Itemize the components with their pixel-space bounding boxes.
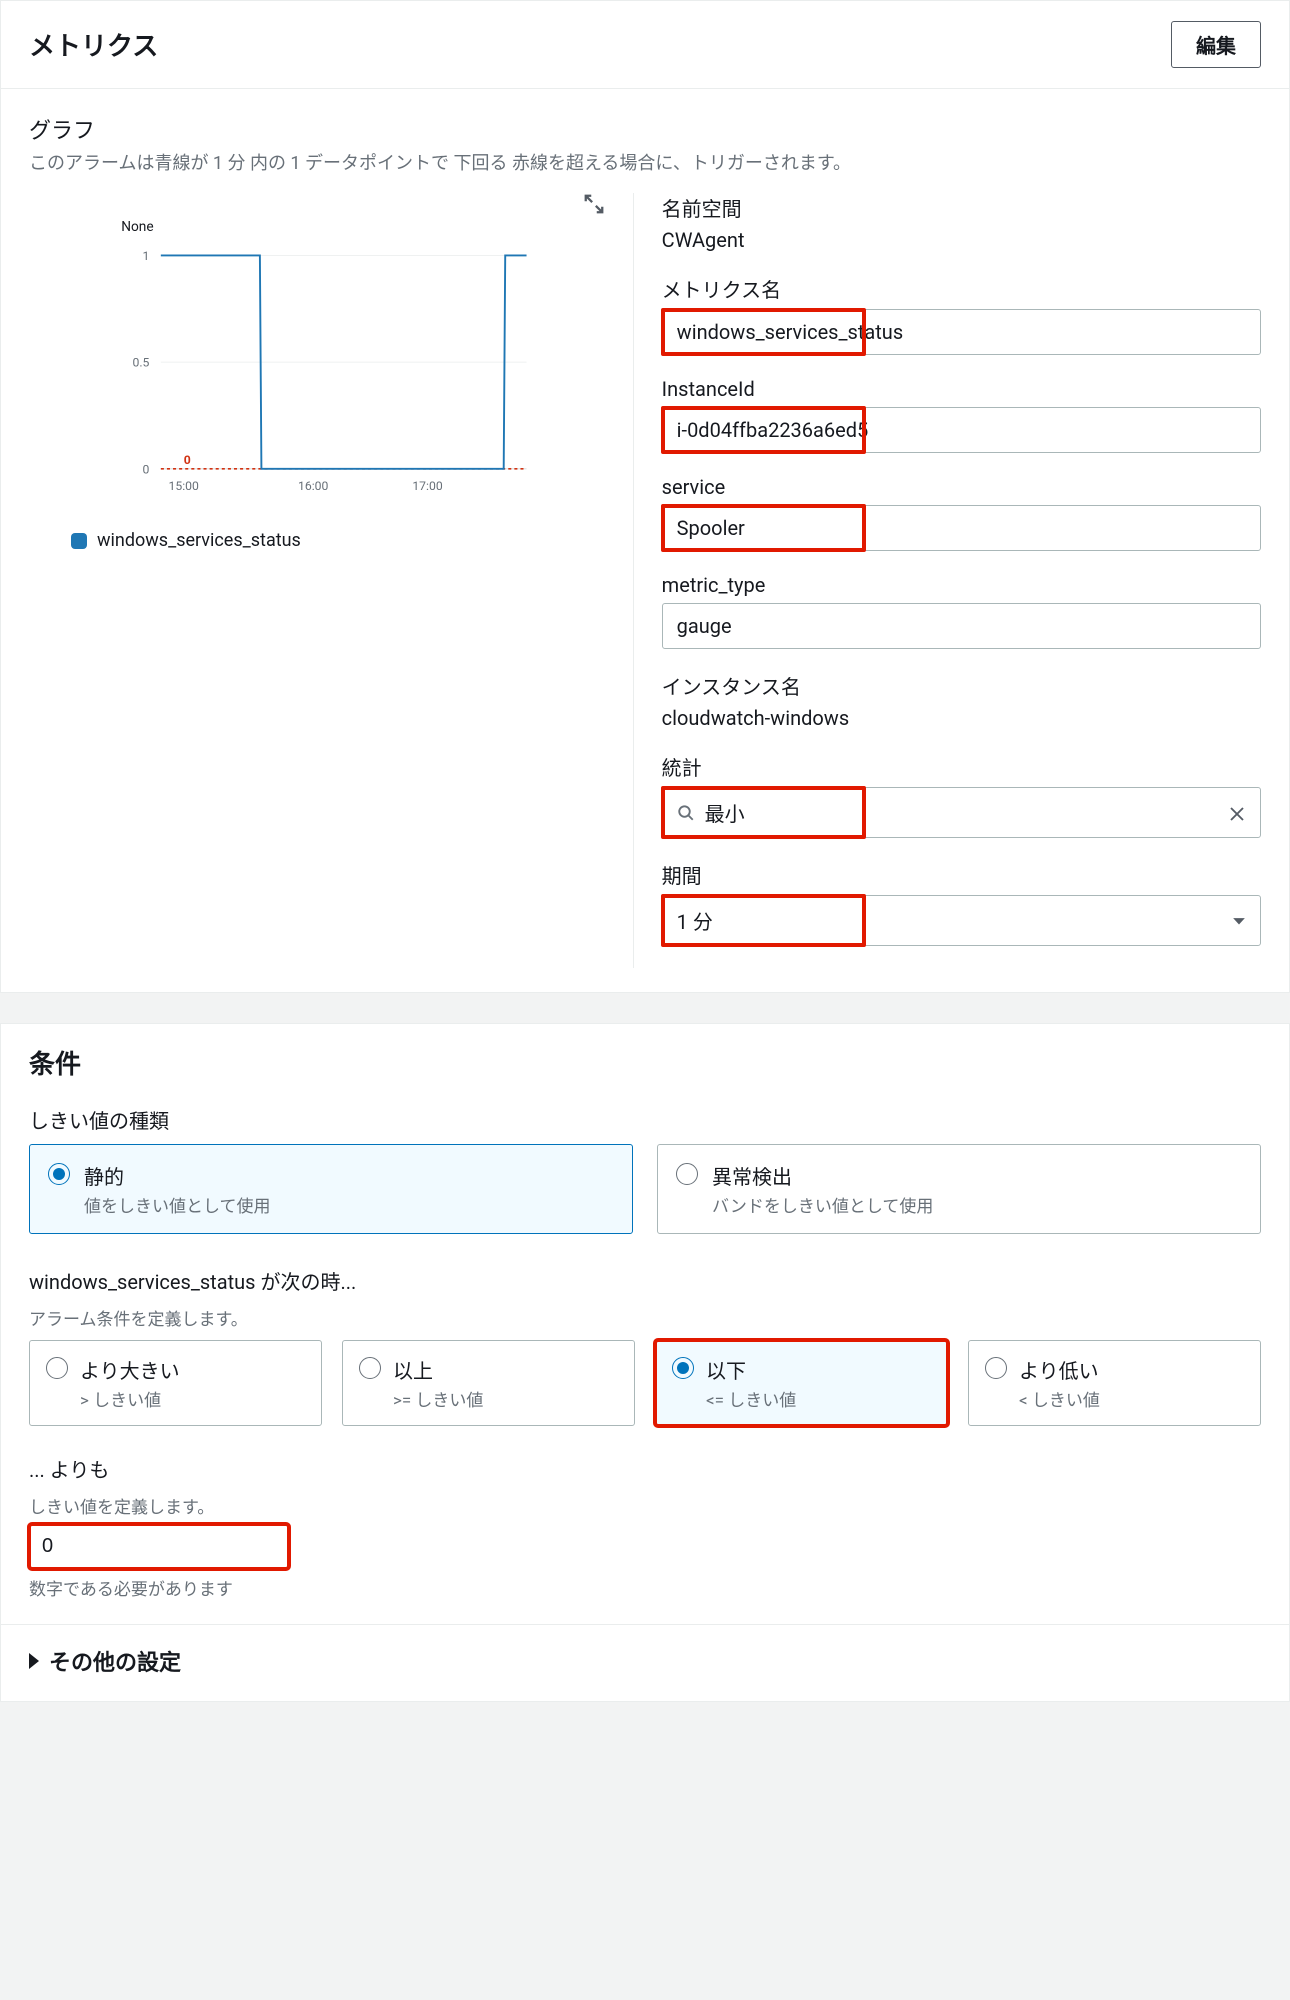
radio-icon bbox=[359, 1357, 381, 1379]
condition-when-desc: アラーム条件を定義します。 bbox=[29, 1305, 1261, 1330]
operator-lte[interactable]: 以下 <= しきい値 bbox=[655, 1340, 948, 1426]
op-gt-title: より大きい bbox=[80, 1355, 180, 1384]
condition-when-group: windows_services_status が次の時... アラーム条件を定… bbox=[29, 1266, 1261, 1426]
threshold-value-group: ... よりも しきい値を定義します。 数字である必要があります bbox=[29, 1454, 1261, 1600]
than-helper: 数字である必要があります bbox=[29, 1575, 1261, 1600]
op-gt-sub: > しきい値 bbox=[80, 1386, 180, 1411]
threshold-annotation: 0 bbox=[184, 453, 191, 467]
xtick-1600: 16:00 bbox=[298, 479, 329, 493]
instance-name-field: インスタンス名 cloudwatch-windows bbox=[662, 671, 1261, 730]
metrics-title: メトリクス bbox=[29, 26, 158, 63]
condition-when-label: windows_services_status が次の時... bbox=[29, 1266, 1261, 1295]
operator-row: より大きい > しきい値 以上 >= しきい値 以下 <= しきい値 bbox=[29, 1340, 1261, 1426]
namespace-field: 名前空間 CWAgent bbox=[662, 193, 1261, 252]
edit-button[interactable]: 編集 bbox=[1171, 21, 1261, 68]
operator-less[interactable]: より低い < しきい値 bbox=[968, 1340, 1261, 1426]
service-value: Spooler bbox=[677, 516, 745, 540]
ytick-0: 0 bbox=[143, 462, 150, 476]
metric-name-value: windows_services_status bbox=[677, 320, 903, 344]
metric-type-value: gauge bbox=[677, 614, 732, 638]
static-title: 静的 bbox=[84, 1161, 271, 1190]
instance-name-value: cloudwatch-windows bbox=[662, 706, 1261, 730]
info-column: 名前空間 CWAgent メトリクス名 windows_services_sta… bbox=[633, 193, 1261, 968]
caret-right-icon bbox=[29, 1653, 39, 1669]
static-sub: 値をしきい値として使用 bbox=[84, 1192, 271, 1217]
statistic-value: 最小 bbox=[705, 798, 745, 827]
threshold-type-label: しきい値の種類 bbox=[29, 1105, 1261, 1134]
statistic-label: 統計 bbox=[662, 752, 1261, 781]
op-le-title: 以下 bbox=[706, 1355, 796, 1384]
radio-icon bbox=[676, 1163, 698, 1185]
legend-text: windows_services_status bbox=[97, 530, 301, 551]
metric-type-input[interactable]: gauge bbox=[662, 603, 1261, 649]
threshold-type-row: 静的 値をしきい値として使用 異常検出 バンドをしきい値として使用 bbox=[29, 1144, 1261, 1234]
period-value: 1 分 bbox=[677, 906, 713, 935]
metric-name-label: メトリクス名 bbox=[662, 274, 1261, 303]
instance-name-label: インスタンス名 bbox=[662, 671, 1261, 700]
instance-id-input[interactable]: i-0d04ffba2236a6ed5 bbox=[662, 407, 1261, 453]
period-select[interactable]: 1 分 bbox=[662, 895, 1261, 946]
metric-name-field: メトリクス名 windows_services_status bbox=[662, 274, 1261, 355]
conditions-title: 条件 bbox=[29, 1044, 1261, 1081]
radio-icon bbox=[672, 1357, 694, 1379]
chart-title: None bbox=[121, 219, 153, 235]
conditions-body: しきい値の種類 静的 値をしきい値として使用 異常検出 バンドをしきい値として使… bbox=[1, 1081, 1289, 1624]
anomaly-title: 異常検出 bbox=[712, 1161, 933, 1190]
radio-icon bbox=[46, 1357, 68, 1379]
namespace-value: CWAgent bbox=[662, 228, 1261, 252]
legend-swatch bbox=[71, 533, 87, 549]
graph-row: None 1 0.5 0 0 15:00 16:00 bbox=[29, 193, 1261, 968]
metric-type-field: metric_type gauge bbox=[662, 573, 1261, 649]
operator-greater[interactable]: より大きい > しきい値 bbox=[29, 1340, 322, 1426]
search-icon bbox=[677, 804, 695, 822]
radio-icon bbox=[985, 1357, 1007, 1379]
radio-icon bbox=[48, 1163, 70, 1185]
other-settings-title: その他の設定 bbox=[49, 1645, 181, 1677]
chevron-down-icon bbox=[1232, 909, 1246, 933]
threshold-value-input[interactable] bbox=[29, 1524, 289, 1569]
metrics-panel: メトリクス 編集 グラフ このアラームは青線が 1 分 内の 1 データポイント… bbox=[0, 0, 1290, 993]
service-label: service bbox=[662, 475, 1261, 499]
statistic-field: 統計 最小 bbox=[662, 752, 1261, 838]
xtick-1500: 15:00 bbox=[169, 479, 200, 493]
period-field: 期間 1 分 bbox=[662, 860, 1261, 946]
op-ge-title: 以上 bbox=[393, 1355, 483, 1384]
operator-gte[interactable]: 以上 >= しきい値 bbox=[342, 1340, 635, 1426]
clear-icon[interactable] bbox=[1228, 804, 1246, 822]
graph-column: None 1 0.5 0 0 15:00 16:00 bbox=[29, 193, 633, 968]
metrics-body: グラフ このアラームは青線が 1 分 内の 1 データポイントで 下回る 赤線を… bbox=[1, 89, 1289, 992]
threshold-type-static[interactable]: 静的 値をしきい値として使用 bbox=[29, 1144, 633, 1234]
conditions-header: 条件 bbox=[1, 1024, 1289, 1081]
threshold-type-anomaly[interactable]: 異常検出 バンドをしきい値として使用 bbox=[657, 1144, 1261, 1234]
than-label: ... よりも bbox=[29, 1454, 1261, 1483]
instance-id-value: i-0d04ffba2236a6ed5 bbox=[677, 418, 869, 442]
conditions-panel: 条件 しきい値の種類 静的 値をしきい値として使用 異常検出 バンドをしきい値と… bbox=[0, 1023, 1290, 1702]
service-input[interactable]: Spooler bbox=[662, 505, 1261, 551]
service-field: service Spooler bbox=[662, 475, 1261, 551]
period-label: 期間 bbox=[662, 860, 1261, 889]
instance-id-label: InstanceId bbox=[662, 377, 1261, 401]
graph-desc: このアラームは青線が 1 分 内の 1 データポイントで 下回る 赤線を超える場… bbox=[29, 149, 1261, 175]
op-lt-sub: < しきい値 bbox=[1019, 1386, 1100, 1411]
expand-icon[interactable] bbox=[583, 193, 605, 215]
op-ge-sub: >= しきい値 bbox=[393, 1386, 483, 1411]
chart-legend: windows_services_status bbox=[71, 530, 613, 551]
op-lt-title: より低い bbox=[1019, 1355, 1100, 1384]
metric-type-label: metric_type bbox=[662, 573, 1261, 597]
than-desc: しきい値を定義します。 bbox=[29, 1493, 1261, 1518]
metric-name-input[interactable]: windows_services_status bbox=[662, 309, 1261, 355]
metrics-header: メトリクス 編集 bbox=[1, 1, 1289, 89]
metrics-chart: None 1 0.5 0 0 15:00 16:00 bbox=[29, 193, 613, 513]
ytick-05: 0.5 bbox=[132, 356, 149, 370]
namespace-label: 名前空間 bbox=[662, 193, 1261, 222]
anomaly-sub: バンドをしきい値として使用 bbox=[712, 1192, 933, 1217]
op-le-sub: <= しきい値 bbox=[706, 1386, 796, 1411]
ytick-1: 1 bbox=[143, 249, 150, 263]
other-settings-expander[interactable]: その他の設定 bbox=[1, 1624, 1289, 1701]
instance-id-field: InstanceId i-0d04ffba2236a6ed5 bbox=[662, 377, 1261, 453]
statistic-input[interactable]: 最小 bbox=[662, 787, 1261, 838]
graph-label: グラフ bbox=[29, 113, 1261, 145]
xtick-1700: 17:00 bbox=[412, 479, 443, 493]
